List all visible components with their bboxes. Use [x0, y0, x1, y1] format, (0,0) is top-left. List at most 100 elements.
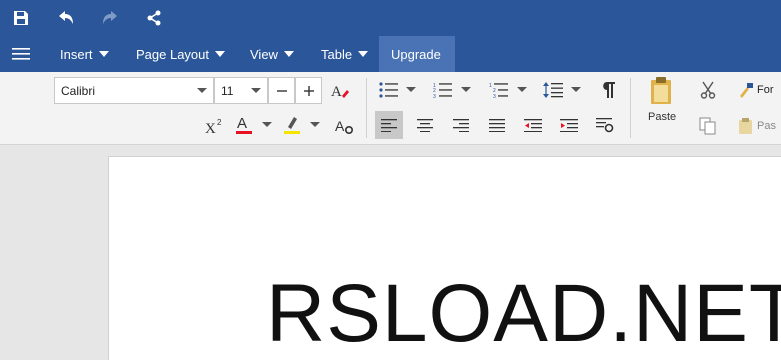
highlight-color-button[interactable]	[280, 112, 304, 138]
format-painter-button[interactable]: For	[738, 78, 781, 102]
align-left-button[interactable]	[375, 111, 403, 139]
copy-button[interactable]	[696, 114, 720, 138]
menu-insert[interactable]: Insert	[60, 36, 109, 72]
svg-text:2: 2	[217, 118, 222, 127]
ribbon-separator	[366, 78, 367, 138]
align-center-icon	[417, 119, 433, 132]
undo-icon	[59, 11, 73, 24]
bullet-list-dropdown[interactable]	[406, 87, 416, 92]
paragraph-settings-icon	[596, 118, 614, 133]
document-area: RSLOAD.NET	[0, 145, 781, 360]
clear-formatting-icon: A	[331, 84, 349, 100]
bullet-list-button[interactable]	[376, 78, 402, 102]
paste-special-icon	[739, 118, 752, 134]
menu-view[interactable]: View	[250, 36, 294, 72]
font-size-increase-button[interactable]	[295, 77, 322, 104]
paragraph-settings-button[interactable]	[591, 111, 619, 139]
superscript-icon: X 2	[205, 118, 222, 135]
multilevel-list-icon: 1 2 3	[489, 83, 508, 98]
paste-special-label: Pas	[757, 120, 776, 132]
svg-text:A: A	[331, 84, 342, 100]
align-center-button[interactable]	[411, 111, 439, 139]
font-color-button[interactable]: A	[232, 112, 256, 138]
clear-formatting-button[interactable]: A	[328, 79, 352, 103]
line-spacing-button[interactable]	[540, 78, 566, 102]
svg-text:1: 1	[489, 83, 492, 89]
clipboard-icon	[651, 77, 671, 104]
decrease-indent-button[interactable]	[519, 111, 547, 139]
font-size-decrease-button[interactable]	[268, 77, 295, 104]
font-size-value: 11	[221, 83, 234, 98]
menu-bar: Insert Page Layout View Table Upgrade	[0, 36, 781, 72]
chevron-down-icon	[215, 51, 226, 57]
menu-view-label: View	[250, 46, 278, 62]
document-page[interactable]: RSLOAD.NET	[108, 156, 781, 360]
chevron-down-icon	[358, 51, 369, 57]
chevron-down-icon	[283, 51, 294, 57]
menu-table[interactable]: Table	[321, 36, 369, 72]
undo-button[interactable]	[54, 6, 78, 30]
multilevel-list-button[interactable]: 1 2 3	[486, 78, 512, 102]
svg-text:A: A	[335, 118, 345, 134]
line-spacing-dropdown[interactable]	[571, 87, 581, 92]
font-settings-icon: A	[335, 118, 354, 135]
svg-text:A: A	[237, 115, 247, 132]
pilcrow-icon	[603, 82, 615, 98]
save-button[interactable]	[9, 6, 33, 30]
share-button[interactable]	[142, 6, 166, 30]
menu-upgrade[interactable]: Upgrade	[379, 36, 455, 72]
menu-page-layout-label: Page Layout	[136, 46, 210, 62]
cut-button[interactable]	[696, 78, 720, 102]
menu-upgrade-label: Upgrade	[391, 46, 441, 62]
justify-button[interactable]	[483, 111, 511, 139]
menu-table-label: Table	[321, 46, 353, 62]
format-painter-icon	[740, 83, 753, 98]
menu-insert-label: Insert	[60, 46, 93, 62]
numbered-list-icon: 1 2 3	[433, 83, 452, 98]
align-right-icon	[453, 119, 469, 132]
font-family-select[interactable]: Calibri	[54, 77, 214, 104]
numbered-list-button[interactable]: 1 2 3	[430, 78, 456, 102]
increase-indent-icon	[560, 119, 578, 132]
minus-icon	[276, 89, 287, 92]
chevron-down-icon	[197, 88, 207, 93]
chevron-down-icon	[251, 88, 261, 93]
menu-page-layout[interactable]: Page Layout	[136, 36, 226, 72]
align-left-icon	[381, 119, 397, 132]
hamburger-icon	[12, 48, 30, 60]
paste-special-button[interactable]: Pas	[738, 114, 781, 138]
multilevel-list-dropdown[interactable]	[517, 87, 527, 92]
align-right-button[interactable]	[447, 111, 475, 139]
line-spacing-icon	[543, 82, 563, 98]
show-formatting-button[interactable]	[596, 78, 620, 102]
font-color-icon: A	[236, 115, 252, 134]
paste-label: Paste	[648, 111, 677, 123]
svg-text:3: 3	[493, 94, 496, 98]
font-family-value: Calibri	[61, 83, 96, 98]
redo-button[interactable]	[98, 6, 122, 30]
highlight-color-dropdown[interactable]	[310, 122, 320, 127]
justify-icon	[489, 119, 505, 132]
decrease-indent-icon	[524, 119, 542, 132]
ribbon: Calibri 11 A X 2 A A 1 2 3 1 2 3 Paste F…	[0, 72, 781, 145]
title-bar	[0, 0, 781, 36]
format-painter-label: For	[757, 84, 774, 96]
chevron-down-icon	[98, 51, 109, 57]
font-color-dropdown[interactable]	[262, 122, 272, 127]
font-settings-button[interactable]: A	[332, 114, 356, 138]
scissors-icon	[700, 81, 716, 99]
save-icon	[14, 11, 28, 25]
document-text[interactable]: RSLOAD.NET	[266, 273, 781, 355]
hamburger-menu-button[interactable]	[12, 36, 30, 72]
bullet-list-icon	[379, 82, 398, 98]
font-size-select[interactable]: 11	[214, 77, 268, 104]
numbered-list-dropdown[interactable]	[461, 87, 471, 92]
highlighter-icon	[284, 117, 300, 134]
svg-text:3: 3	[433, 94, 436, 98]
redo-icon	[103, 11, 117, 24]
superscript-button[interactable]: X 2	[202, 114, 226, 138]
copy-icon	[699, 117, 716, 135]
svg-text:X: X	[205, 121, 216, 135]
plus-icon	[303, 85, 314, 96]
increase-indent-button[interactable]	[555, 111, 583, 139]
